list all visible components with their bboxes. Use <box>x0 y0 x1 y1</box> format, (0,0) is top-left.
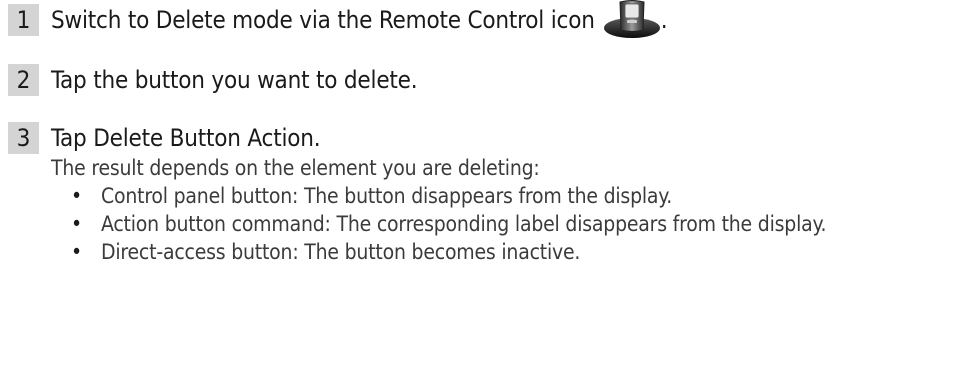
step-number: 3 <box>8 122 39 154</box>
step-trailing-period: . <box>660 6 668 34</box>
step-subtext: The result depends on the element you ar… <box>51 156 540 180</box>
step-1: 1 Switch to Delete mode via the Remote C… <box>8 0 668 43</box>
step-3: 3 Tap Delete Button Action. The result d… <box>8 122 931 266</box>
list-item-text: Control panel button: The button disappe… <box>101 184 673 208</box>
list-item: • Direct-access button: The button become… <box>71 238 931 266</box>
step-text: Tap the button you want to delete. <box>51 66 418 94</box>
step-number: 1 <box>8 4 39 36</box>
list-item: • Action button command: The correspondin… <box>71 210 931 238</box>
bullet-icon: • <box>71 240 82 264</box>
remote-control-icon <box>603 0 661 38</box>
step-2: 2 Tap the button you want to delete. <box>8 64 418 96</box>
bullet-list: • Control panel button: The button disapp… <box>51 182 931 266</box>
step-text: Tap Delete Button Action. <box>51 124 321 152</box>
bullet-icon: • <box>71 212 82 236</box>
step-body: Switch to Delete mode via the Remote Con… <box>51 0 668 43</box>
bullet-icon: • <box>71 184 82 208</box>
step-text: Switch to Delete mode via the Remote Con… <box>51 6 595 34</box>
list-item: • Control panel button: The button disapp… <box>71 182 931 210</box>
step-body: Tap the button you want to delete. <box>51 64 418 96</box>
list-item-text: Action button command: The corresponding… <box>101 212 827 236</box>
step-body: Tap Delete Button Action. The result dep… <box>51 122 931 266</box>
list-item-text: Direct-access button: The button becomes… <box>101 240 581 264</box>
step-number: 2 <box>8 64 39 96</box>
